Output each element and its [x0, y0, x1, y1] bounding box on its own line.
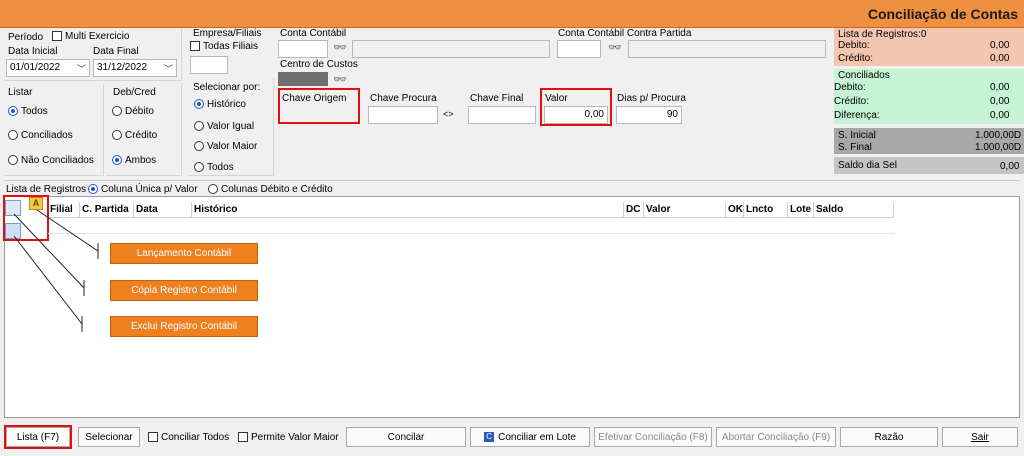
conciliar-lote-button[interactable]: C Conciliar em Lote	[470, 427, 590, 447]
concilar-button[interactable]: Concilar	[346, 427, 466, 447]
callout-copia: Cópia Registro Contábil	[110, 280, 258, 301]
callout-exclui: Exclui Registro Contábil	[110, 316, 258, 337]
checkbox-icon	[148, 432, 158, 443]
permite-valor-maior-checkbox[interactable]: Permite Valor Maior	[238, 432, 339, 443]
callout-lancamento: Lançamento Contábil	[110, 243, 258, 264]
abortar-button[interactable]: Abortar Conciliação (F9)	[716, 427, 836, 447]
selecionar-button[interactable]: Selecionar	[78, 427, 140, 447]
callout-lines	[13, 209, 99, 332]
lista-button-highlight	[4, 425, 72, 449]
conciliar-todos-checkbox[interactable]: Conciliar Todos	[148, 432, 229, 443]
razao-button[interactable]: Razão	[840, 427, 938, 447]
checkbox-icon	[238, 432, 248, 443]
efetivar-button[interactable]: Efetivar Conciliação (F8)	[594, 427, 712, 447]
conciliar-lote-icon: C	[484, 432, 495, 443]
sair-button[interactable]: Sair	[942, 427, 1018, 447]
